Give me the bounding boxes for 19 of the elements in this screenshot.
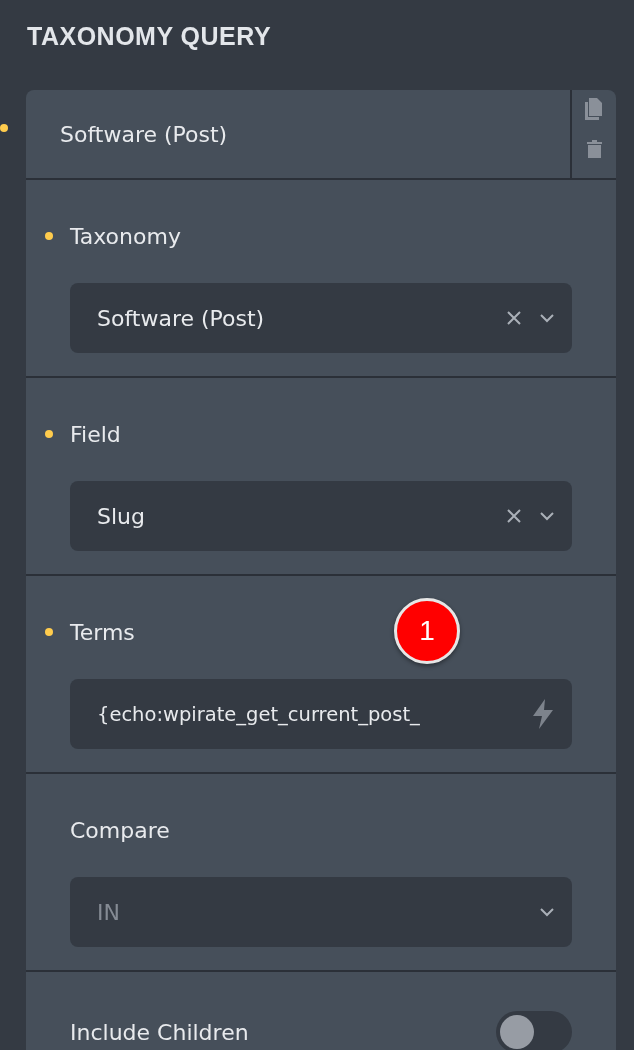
section-title: TAXONOMY QUERY (27, 22, 273, 52)
copy-icon[interactable] (585, 98, 603, 120)
toggle-switch[interactable] (496, 1011, 572, 1050)
clear-icon[interactable] (506, 310, 522, 326)
annotation-badge: 1 (394, 598, 460, 664)
clear-icon[interactable] (506, 508, 522, 524)
select-field[interactable]: Software (Post) (70, 283, 572, 353)
lightning-icon[interactable] (532, 699, 554, 729)
field-label: Include Children (70, 1019, 249, 1045)
trash-icon[interactable] (586, 140, 602, 158)
field-label: Field (70, 421, 121, 447)
field-label: Taxonomy (70, 223, 181, 249)
field-label: Compare (70, 817, 170, 843)
chevron-down-icon[interactable] (540, 511, 554, 521)
field-label: Terms (70, 619, 135, 645)
chevron-down-icon[interactable] (540, 313, 554, 323)
query-title[interactable]: Software (Post) (60, 121, 228, 147)
select-field[interactable]: Slug (70, 481, 572, 551)
input-field[interactable]: {echo:wpirate_get_current_post_ (70, 679, 572, 749)
